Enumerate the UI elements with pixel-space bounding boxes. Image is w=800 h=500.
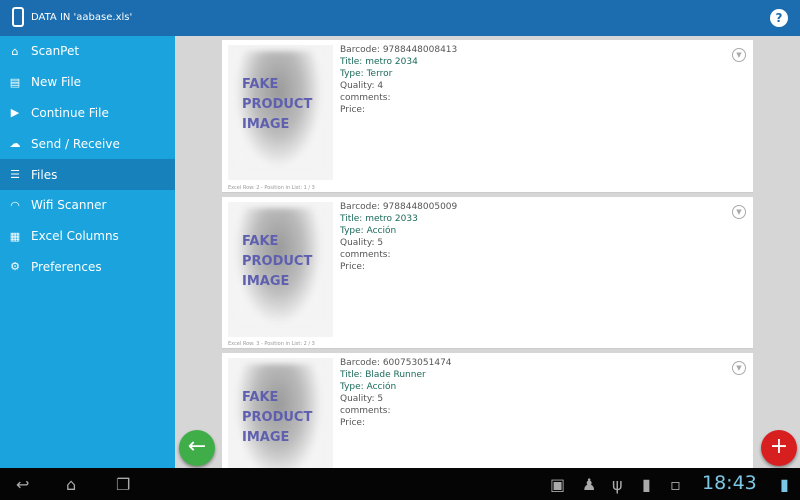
product-info: Barcode: 9788448005009 Title: metro 2033… — [340, 202, 458, 272]
sidebar-item-continue-file[interactable]: ▶ Continue File — [0, 98, 175, 129]
product-image: FAKE PRODUCT IMAGE — [228, 358, 333, 468]
sidebar-item-label: ScanPet — [31, 44, 80, 59]
calendar-icon: ▫ — [670, 475, 681, 494]
sidebar-item-label: New File — [31, 75, 82, 90]
card-footer: Excel Row: 3 - Position in List: 2 / 3 — [228, 341, 315, 347]
screenshot-icon: ▣ — [550, 475, 566, 494]
sidebar-item-label: Continue File — [31, 105, 109, 120]
header-title: DATA IN 'aabase.xls' — [31, 12, 133, 23]
barcode-value: 9788448008413 — [382, 45, 458, 55]
title-value: metro 2034 — [365, 57, 418, 67]
product-image: FAKE PRODUCT IMAGE — [228, 45, 333, 180]
help-icon[interactable]: ? — [770, 9, 788, 27]
quality-value: 4 — [377, 81, 384, 91]
card-menu-chevron-icon[interactable]: ▼ — [732, 48, 746, 62]
back-button[interactable]: ← — [179, 430, 215, 466]
sidebar: ⌂ ScanPet ▤ New File ▶ Continue File ☁ Send / R… — [0, 36, 175, 468]
type-value: Terror — [366, 69, 393, 79]
phone-icon — [12, 7, 24, 27]
home-nav-icon[interactable]: ⌂ — [66, 475, 76, 494]
card-footer: Excel Row: 2 - Position in List: 1 / 3 — [228, 185, 315, 191]
product-info: Barcode: 600753051474 Title: Blade Runne… — [340, 358, 452, 428]
sidebar-item-icon: ◠ — [10, 198, 20, 212]
sidebar-item-icon: ▤ — [9, 75, 21, 89]
sidebar-item-files[interactable]: ☰ Files — [0, 159, 175, 190]
barcode-value: 9788448005009 — [382, 202, 458, 212]
quality-value: 5 — [377, 238, 384, 248]
sidebar-item-icon: ☁ — [9, 137, 21, 151]
clock: 18:43 — [702, 472, 757, 494]
sidebar-item-icon: ▶ — [10, 106, 20, 120]
android-icon: ♟ — [582, 475, 597, 494]
product-card[interactable]: FAKE PRODUCT IMAGE Barcode: 600753051474 T… — [222, 353, 753, 468]
battery-icon: ▮ — [780, 475, 789, 494]
app-header: DATA IN 'aabase.xls' ? — [0, 0, 800, 36]
usb-icon: ψ — [612, 475, 623, 494]
sidebar-item-label: Send / Receive — [31, 136, 120, 151]
sidebar-item-label: Preferences — [31, 259, 102, 274]
sd-card-icon: ▮ — [642, 475, 651, 494]
sidebar-item-icon: ☰ — [10, 168, 20, 182]
sidebar-item-send-receive[interactable]: ☁ Send / Receive — [0, 128, 175, 159]
type-value: Acción — [366, 226, 397, 236]
sidebar-item-excel-columns[interactable]: ▦ Excel Columns — [0, 221, 175, 252]
back-nav-icon[interactable]: ↩ — [16, 475, 29, 494]
barcode-value: 600753051474 — [382, 358, 452, 368]
sidebar-item-preferences[interactable]: ⚙ Preferences — [0, 252, 175, 283]
file-list[interactable]: FAKE PRODUCT IMAGE Barcode: 9788448008413 … — [175, 36, 800, 468]
sidebar-item-wifi-scanner[interactable]: ◠ Wifi Scanner — [0, 190, 175, 221]
product-card[interactable]: FAKE PRODUCT IMAGE Barcode: 9788448005009 … — [222, 197, 753, 349]
sidebar-item-icon: ⚙ — [10, 260, 20, 274]
add-button[interactable]: + — [761, 430, 797, 466]
sidebar-item-icon: ⌂ — [11, 44, 19, 58]
card-menu-chevron-icon[interactable]: ▼ — [732, 205, 746, 219]
system-navbar: ↩ ⌂ ❐ ▣ ♟ ψ ▮ ▫ 18:43 ▮ — [0, 468, 800, 500]
title-value: Blade Runner — [365, 370, 426, 380]
recents-nav-icon[interactable]: ❐ — [116, 475, 130, 494]
title-value: metro 2033 — [365, 214, 418, 224]
sidebar-item-label: Wifi Scanner — [31, 198, 107, 213]
type-value: Acción — [366, 382, 397, 392]
sidebar-item-icon: ▦ — [9, 229, 21, 243]
sidebar-item-scanpet[interactable]: ⌂ ScanPet — [0, 36, 175, 67]
sidebar-item-label: Excel Columns — [31, 229, 119, 244]
sidebar-item-new-file[interactable]: ▤ New File — [0, 67, 175, 98]
quality-value: 5 — [377, 394, 384, 404]
sidebar-item-label: Files — [31, 167, 58, 182]
product-info: Barcode: 9788448008413 Title: metro 2034… — [340, 45, 458, 115]
product-image: FAKE PRODUCT IMAGE — [228, 202, 333, 337]
product-card[interactable]: FAKE PRODUCT IMAGE Barcode: 9788448008413 … — [222, 40, 753, 193]
card-menu-chevron-icon[interactable]: ▼ — [732, 361, 746, 375]
